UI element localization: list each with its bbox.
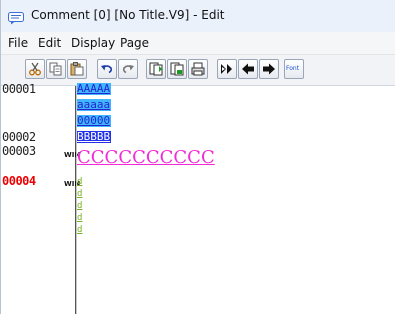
redo-icon [122,65,134,74]
back-arrow-icon [242,63,254,75]
menu-bar: File Edit Display Page [1,32,395,55]
font-icon: Font [286,65,300,72]
text-run[interactable]: d [77,189,82,199]
copy-button[interactable] [46,59,66,79]
menu-edit[interactable]: Edit [38,36,61,50]
line-number-gutter: 00001 00002 00003 WIN 00004 WIN [1,82,80,314]
paste-icon [70,62,84,76]
text-run[interactable]: d [77,225,82,235]
line-number: 00002 [2,130,36,144]
text-run[interactable]: 00000 [77,115,112,127]
text-run[interactable]: d [77,177,82,187]
edit-area[interactable]: 00001 00002 00003 WIN 00004 WIN AAAAA aa… [1,82,395,314]
text-run[interactable]: d [77,201,82,211]
text-run[interactable]: BBBBB [77,131,112,143]
text-run[interactable]: d [77,213,82,223]
jump-icon [221,64,232,74]
page-add-icon [149,62,163,76]
jump-button[interactable] [217,59,237,79]
menu-display[interactable]: Display [71,36,115,50]
line-number: 00001 [2,82,36,96]
editor-window: Comment [0] [No Title.V9] - Edit File Ed… [0,0,395,314]
undo-button[interactable] [97,59,117,79]
line-number: 00003 [2,144,36,158]
print-button[interactable] [188,59,208,79]
comment-app-icon [8,10,24,25]
print-icon [191,62,205,76]
undo-icon [101,65,113,74]
window-title: Comment [0] [No Title.V9] - Edit [31,8,225,22]
text-run[interactable]: AAAAA [77,83,112,95]
duplicate-page-button[interactable] [167,59,187,79]
text-run[interactable]: aaaaa [77,99,112,111]
cut-button[interactable] [25,59,45,79]
redo-button[interactable] [118,59,138,79]
text-run[interactable]: CCCCCCCCCC [77,147,215,168]
menu-file[interactable]: File [8,36,28,50]
new-page-button[interactable] [146,59,166,79]
forward-button[interactable] [259,59,279,79]
toolbar: Font [1,55,395,86]
cut-icon [29,62,41,76]
menu-page[interactable]: Page [120,36,149,50]
paste-button[interactable] [67,59,87,79]
forward-arrow-icon [263,63,275,75]
back-button[interactable] [238,59,258,79]
current-line-number: 00004 [2,174,36,188]
page-copy-icon [170,62,184,76]
font-button[interactable]: Font [284,59,304,79]
copy-icon [49,62,62,76]
title-bar[interactable]: Comment [0] [No Title.V9] - Edit [1,0,395,32]
